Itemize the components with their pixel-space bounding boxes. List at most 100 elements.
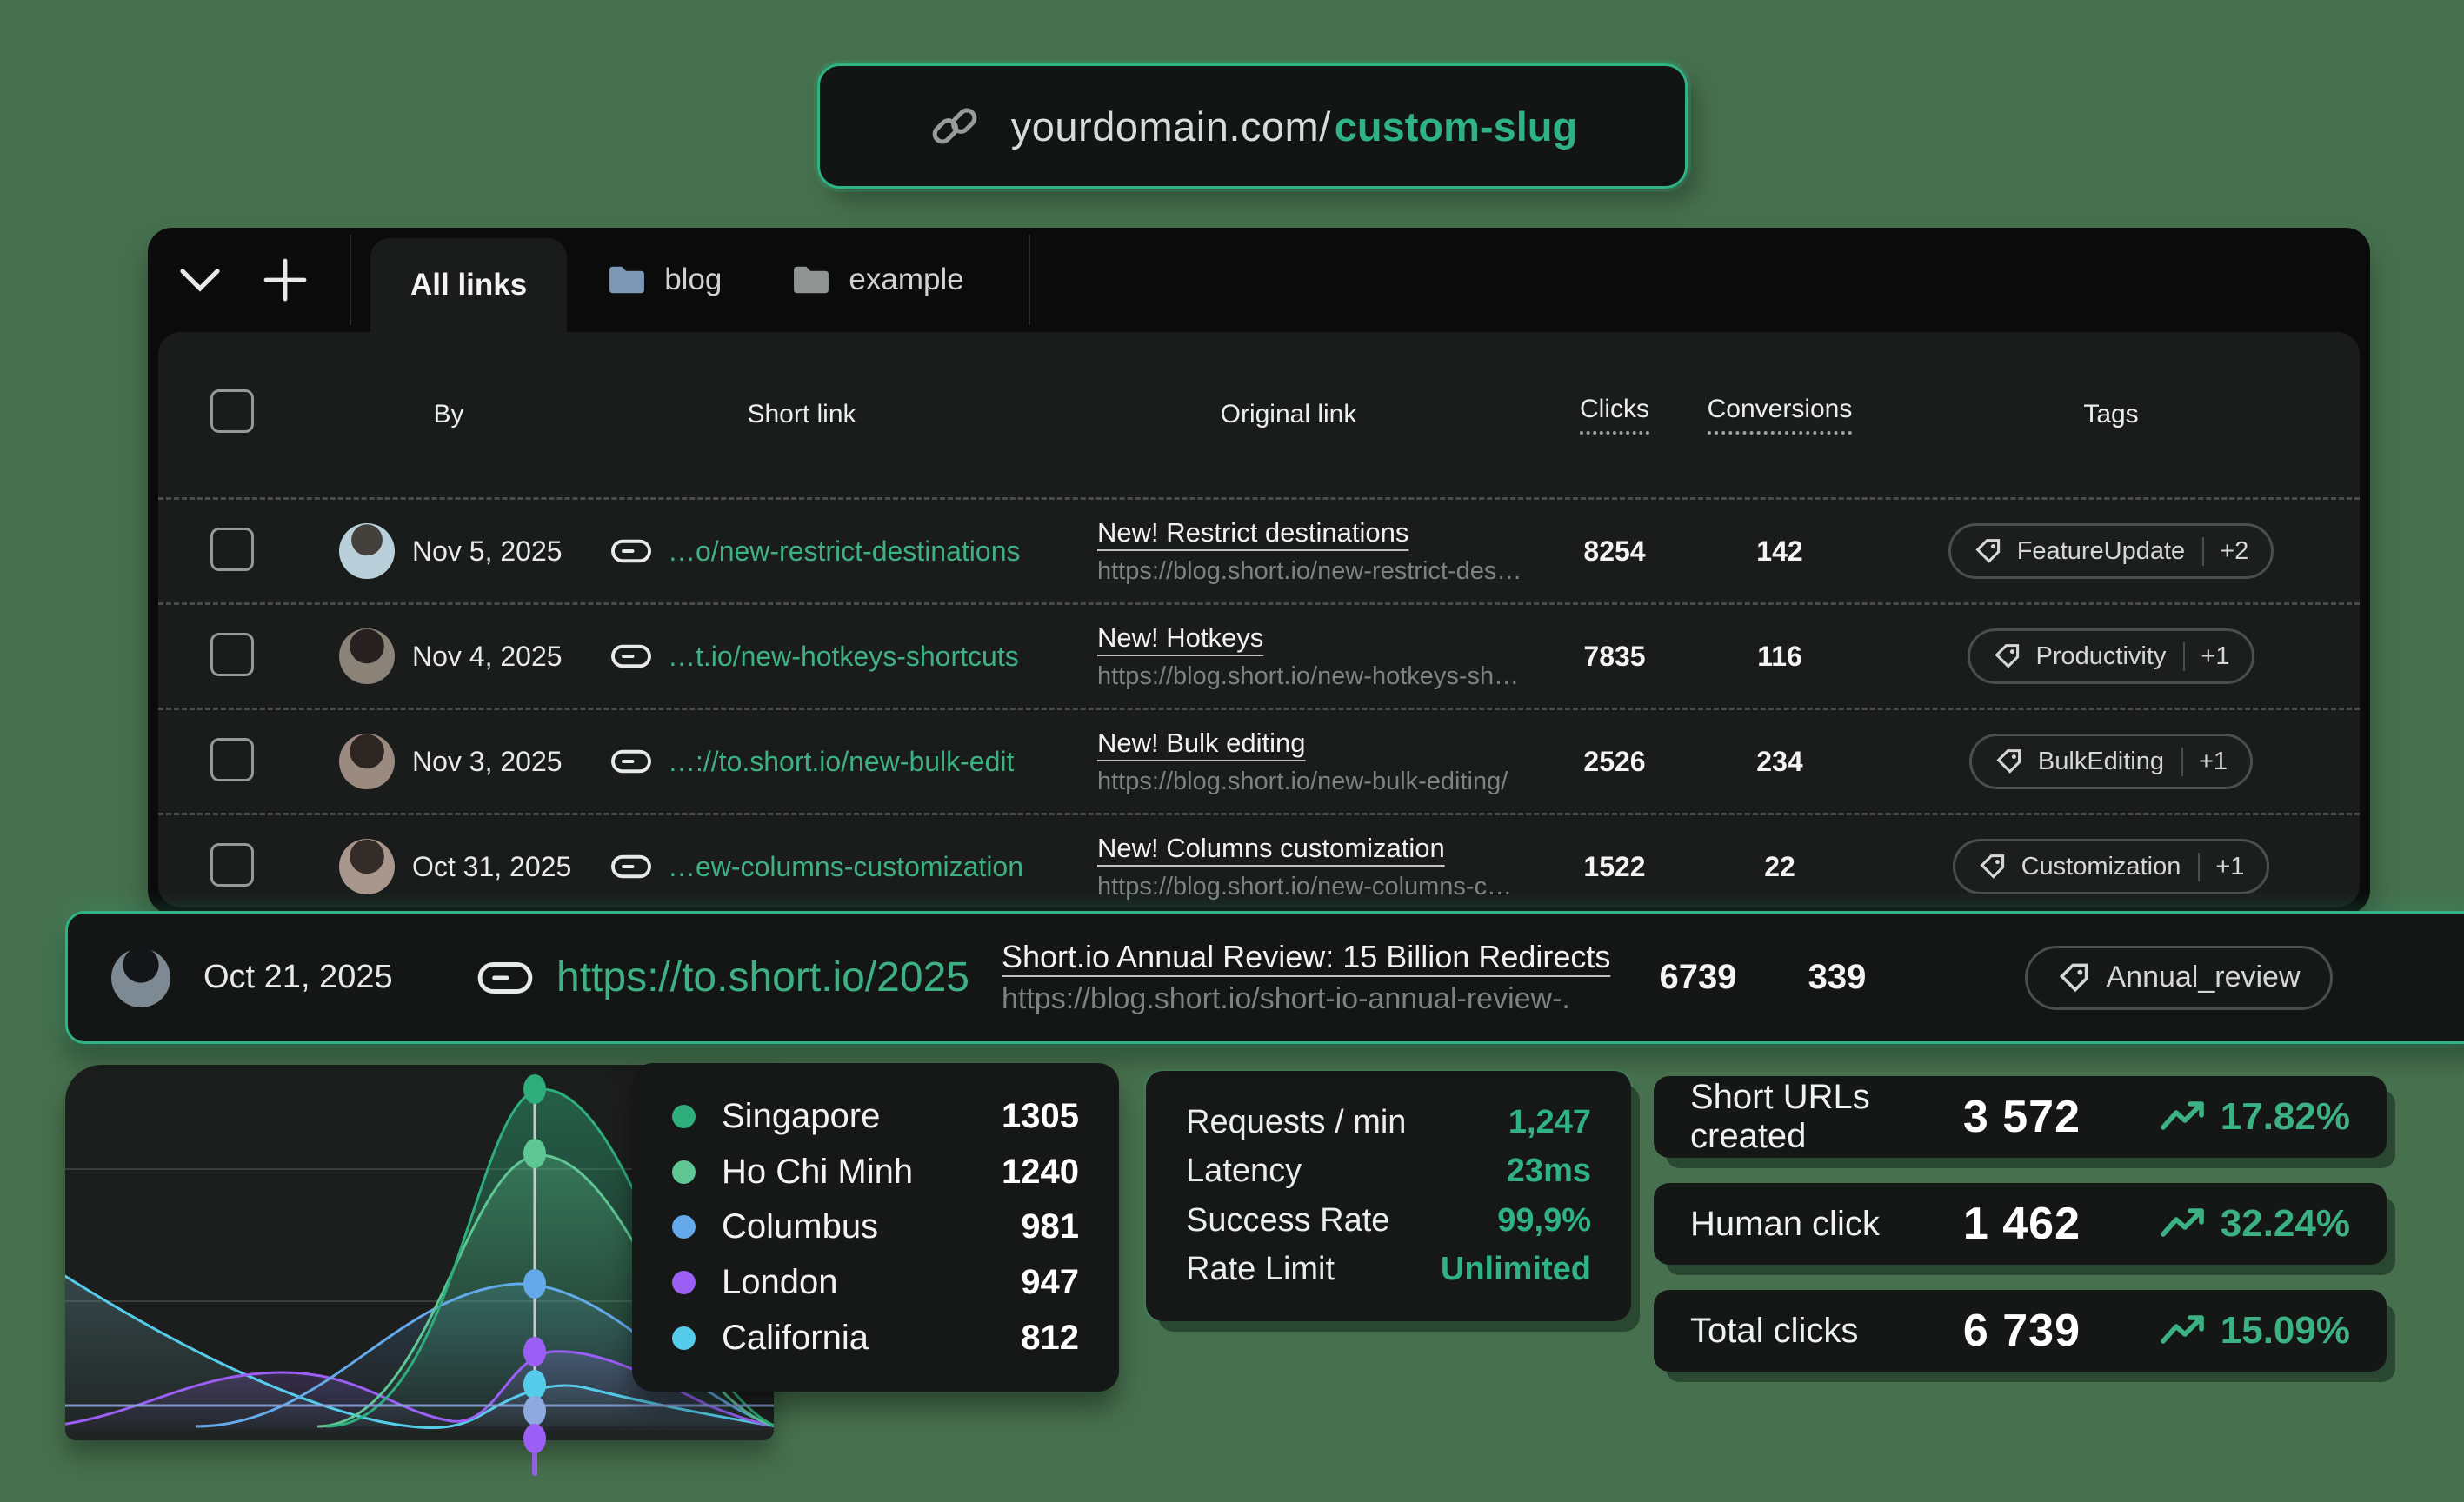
clicks-count: 1522	[1532, 851, 1697, 883]
avatar	[339, 839, 395, 894]
legend-item[interactable]: Singapore 1305	[672, 1097, 1079, 1136]
custom-domain-pill[interactable]: yourdomain.com/custom-slug	[817, 63, 1688, 189]
tab-all-links[interactable]: All links	[370, 238, 567, 332]
row-checkbox[interactable]	[210, 738, 254, 781]
api-stat-row: Success Rate 99,9%	[1186, 1202, 1591, 1239]
col-header-clicks[interactable]: Clicks	[1580, 395, 1649, 435]
chart-legend: Singapore 1305 Ho Chi Minh 1240 Columbus…	[632, 1063, 1119, 1392]
trending-up-icon	[2160, 1205, 2208, 1243]
chevron-down-icon[interactable]	[177, 264, 223, 296]
crosshair-dot-baseline	[523, 1396, 546, 1426]
clicks-count: 8254	[1532, 535, 1697, 568]
clicks-count: 2526	[1532, 746, 1697, 778]
stat-change: 17.82%	[2221, 1095, 2350, 1139]
col-header-short-link[interactable]: Short link	[747, 400, 856, 429]
original-link-title[interactable]: New! Columns customization	[1097, 833, 1532, 864]
avatar	[339, 523, 395, 579]
row-checkbox[interactable]	[210, 528, 254, 571]
original-link-title[interactable]: New! Bulk editing	[1097, 728, 1532, 759]
stat-card-total-clicks: Total clicks 6 739 15.09%	[1654, 1290, 2387, 1372]
links-window: All links blog example By Short link Ori…	[148, 228, 2370, 914]
select-all-checkbox[interactable]	[210, 389, 254, 433]
legend-item[interactable]: London 947	[672, 1263, 1079, 1302]
trending-up-icon	[2160, 1098, 2208, 1136]
legend-dot	[672, 1215, 696, 1239]
original-link-title[interactable]: New! Hotkeys	[1097, 622, 1532, 654]
legend-dot	[672, 1105, 696, 1128]
conversions-count: 116	[1697, 641, 1862, 673]
api-stat-row: Rate Limit Unlimited	[1186, 1251, 1591, 1288]
stat-card-human-click: Human click 1 462 32.24%	[1654, 1183, 2387, 1265]
legend-item[interactable]: California 812	[672, 1319, 1079, 1358]
crosshair-dot-hochiminh	[523, 1139, 546, 1168]
avatar	[339, 628, 395, 684]
link-icon	[610, 641, 652, 671]
folder-icon	[607, 263, 647, 296]
tag-pill[interactable]: BulkEditing+1	[1969, 734, 2253, 789]
legend-dot	[672, 1326, 696, 1350]
legend-item[interactable]: Columbus 981	[672, 1207, 1079, 1246]
short-link[interactable]: …o/new-restrict-destinations	[668, 535, 1020, 568]
legend-dot	[672, 1160, 696, 1184]
short-link[interactable]: …ew-columns-customization	[668, 851, 1023, 883]
short-link[interactable]: https://to.short.io/2025	[556, 954, 969, 1001]
tab-strip: All links blog example	[148, 228, 2370, 332]
original-link-url: https://blog.short.io/new-bulk-editing/	[1097, 768, 1532, 796]
api-stats-card: Requests / min 1,247 Latency 23ms Succes…	[1146, 1071, 1631, 1321]
tab-blog[interactable]: blog	[598, 263, 730, 297]
table-row[interactable]: Oct 31, 2025 …ew-columns-customization N…	[158, 813, 2360, 907]
crosshair-dot-california	[523, 1370, 546, 1399]
link-icon	[610, 747, 652, 776]
crosshair-dot-bottom	[523, 1424, 546, 1453]
domain-text: yourdomain.com/	[1011, 103, 1331, 150]
tag-more-count[interactable]: +1	[2198, 853, 2244, 881]
table-row[interactable]: Nov 3, 2025 …://to.short.io/new-bulk-edi…	[158, 708, 2360, 813]
clicks-count: 7835	[1532, 641, 1697, 673]
tag-pill[interactable]: FeatureUpdate+2	[1948, 523, 2274, 579]
page: { "colors": { "background": "#47714e", "…	[0, 0, 2464, 1502]
avatar	[111, 948, 170, 1007]
avatar	[339, 734, 395, 789]
original-link-url: https://blog.short.io/new-columns-c…	[1097, 873, 1532, 901]
table-header-row: By Short link Original link Clicks Conve…	[158, 332, 2360, 497]
crosshair-dot-columbus	[523, 1269, 546, 1299]
tag-pill[interactable]: Productivity+1	[1968, 628, 2255, 684]
clicks-count: 6739	[1633, 958, 1763, 997]
original-link-title[interactable]: New! Restrict destinations	[1097, 517, 1532, 548]
col-header-original-link[interactable]: Original link	[1221, 400, 1357, 429]
col-header-tags[interactable]: Tags	[2083, 400, 2138, 429]
tag-more-count[interactable]: +1	[2183, 642, 2229, 671]
link-icon	[476, 958, 534, 998]
tag-more-count[interactable]: +2	[2202, 537, 2248, 566]
row-checkbox[interactable]	[210, 633, 254, 676]
conversions-count: 22	[1697, 851, 1862, 883]
stat-change: 15.09%	[2221, 1309, 2350, 1352]
tab-example[interactable]: example	[782, 263, 972, 297]
tag-more-count[interactable]: +1	[2181, 748, 2228, 776]
conversions-count: 234	[1697, 746, 1862, 778]
table-row[interactable]: Nov 4, 2025 …t.io/new-hotkeys-shortcuts …	[158, 602, 2360, 708]
legend-dot	[672, 1271, 696, 1294]
short-link[interactable]: …://to.short.io/new-bulk-edit	[668, 746, 1014, 778]
link-icon	[610, 852, 652, 881]
custom-slug-text: custom-slug	[1335, 103, 1577, 150]
conversions-count: 142	[1697, 535, 1862, 568]
col-header-conversions[interactable]: Conversions	[1708, 395, 1853, 435]
short-link[interactable]: …t.io/new-hotkeys-shortcuts	[668, 641, 1019, 673]
add-tab-button[interactable]	[261, 256, 310, 304]
original-link-title[interactable]: Short.io Annual Review: 15 Billion Redir…	[1002, 939, 1633, 975]
tag-pill[interactable]: Customization+1	[1953, 839, 2270, 894]
row-checkbox[interactable]	[210, 843, 254, 887]
tab-divider	[350, 235, 351, 325]
crosshair-dot-singapore	[523, 1074, 546, 1104]
legend-item[interactable]: Ho Chi Minh 1240	[672, 1153, 1079, 1192]
col-header-by[interactable]: By	[433, 400, 463, 429]
tag-pill[interactable]: Annual_review	[2025, 946, 2332, 1010]
link-icon	[610, 536, 652, 566]
api-stat-row: Requests / min 1,247	[1186, 1104, 1591, 1141]
folder-icon	[791, 263, 831, 296]
original-link-url: https://blog.short.io/new-restrict-des…	[1097, 557, 1532, 586]
table-row[interactable]: Nov 5, 2025 …o/new-restrict-destinations…	[158, 497, 2360, 602]
crosshair-dot-london	[523, 1337, 546, 1366]
featured-link-row[interactable]: Oct 21, 2025 https://to.short.io/2025 Sh…	[65, 911, 2464, 1044]
